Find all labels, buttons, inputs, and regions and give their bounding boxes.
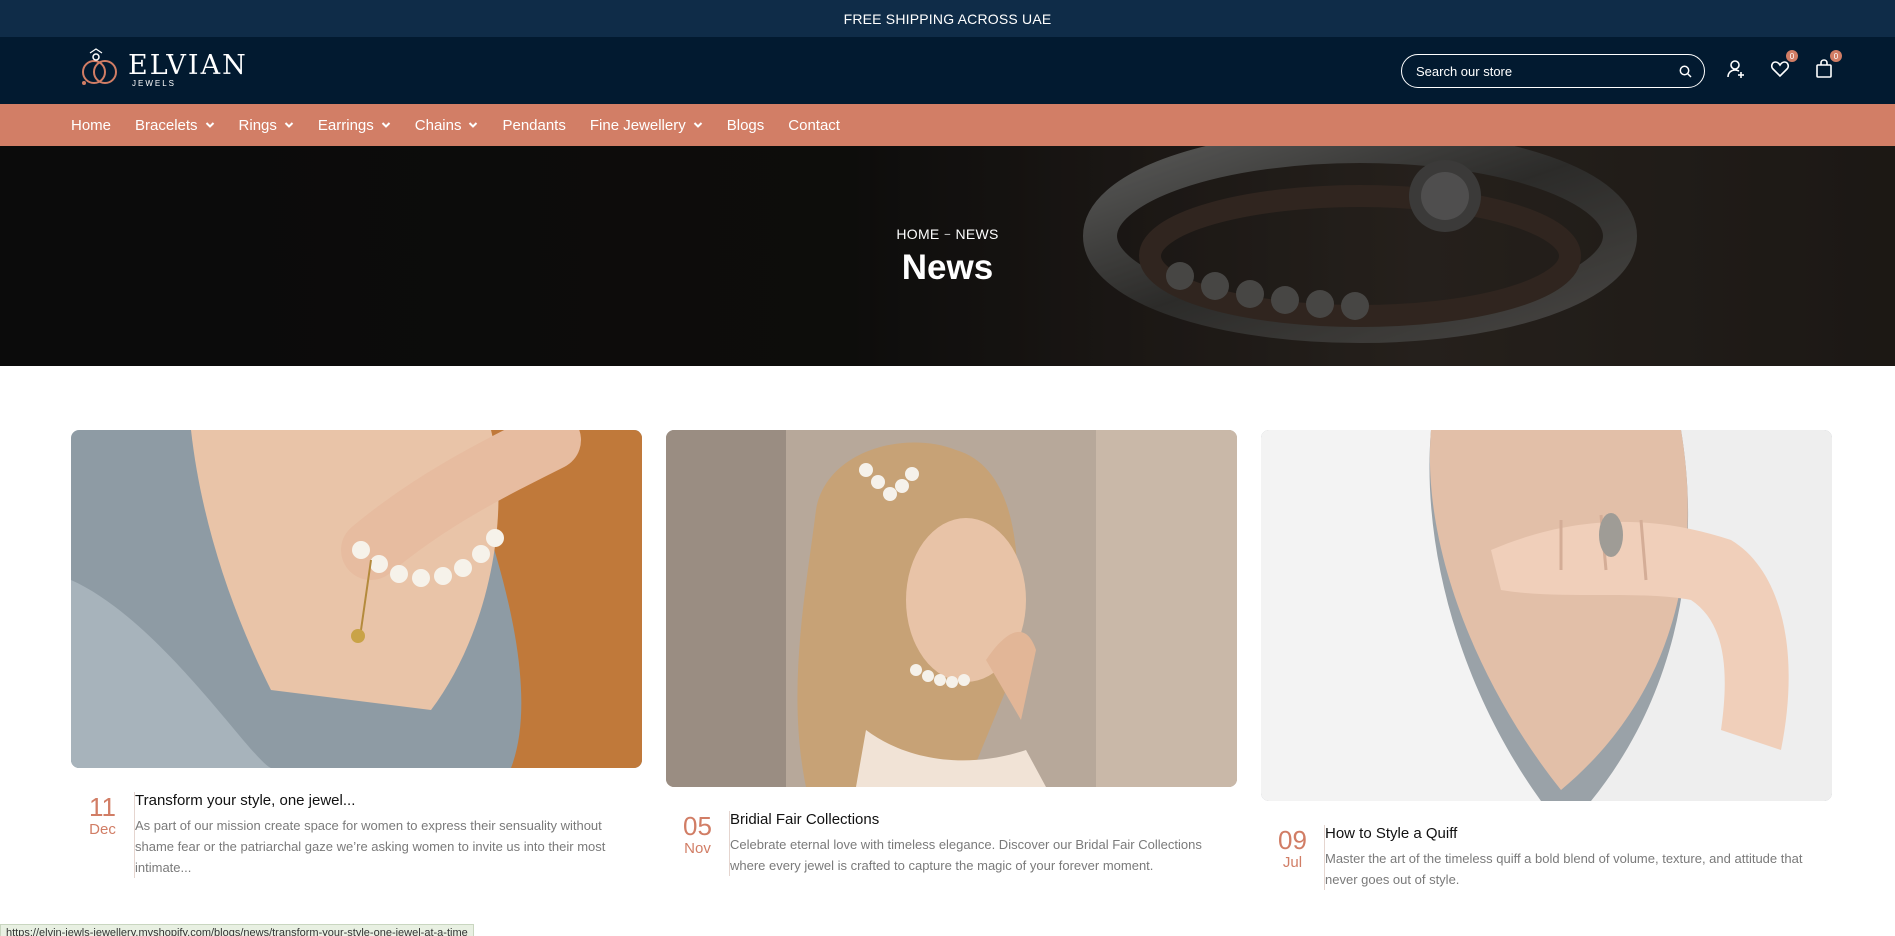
main-nav: Home Bracelets Rings Earrings Chains Pendants… [0, 104, 1895, 146]
account-button[interactable] [1724, 57, 1748, 81]
nav-item-label: Earrings [317, 116, 374, 134]
nav-item-label: Bracelets [135, 116, 198, 134]
article-grid: 11 Dec Transform your style, one jewel..… [71, 430, 1833, 890]
article-excerpt: As part of our mission create space for … [135, 818, 606, 875]
nav-item-label: Chains [414, 116, 462, 134]
pearl-necklace-photo [71, 430, 642, 768]
bag-icon [1816, 59, 1832, 78]
nav-item-contact[interactable]: Contact [788, 117, 840, 134]
status-bar-url: https://elvin-jewls-jewellery.myshopify.… [0, 924, 474, 936]
article-card: 11 Dec Transform your style, one jewel..… [71, 430, 642, 890]
nav-item-label: Pendants [502, 116, 566, 134]
nav-item-rings[interactable]: Rings [239, 117, 294, 134]
chevron-down-icon [469, 122, 478, 128]
chevron-down-icon [205, 122, 214, 128]
nav-item-bracelets[interactable]: Bracelets [135, 117, 215, 134]
header-icons: 0 0 [1724, 50, 1842, 81]
nav-item-label: Rings [238, 116, 277, 134]
article-excerpt: Celebrate eternal love with timeless ele… [730, 837, 1202, 873]
breadcrumb-separator: – [944, 228, 951, 240]
nav-item-label: Blogs [726, 116, 765, 134]
nav-item-pendants[interactable]: Pendants [502, 117, 565, 134]
article-card: 05 Nov Bridial Fair Collections Celebrat… [666, 430, 1237, 890]
brand-name: ELVIAN [128, 50, 248, 81]
article-title[interactable]: How to Style a Quiff [1325, 825, 1832, 842]
search-input[interactable]: Search our store [1401, 54, 1705, 88]
article-date: 05 Nov [666, 811, 730, 876]
nav-item-label: Home [71, 116, 112, 134]
chevron-down-icon [693, 122, 702, 128]
heart-icon [1770, 61, 1790, 78]
nav-item-label: Fine Jewellery [589, 116, 686, 134]
chevron-down-icon [284, 122, 294, 128]
article-card: 09 Jul How to Style a Quiff Master the a… [1261, 430, 1832, 890]
nav-item-earrings[interactable]: Earrings [318, 117, 391, 134]
page-title: News [901, 248, 994, 287]
announcement-text: FREE SHIPPING ACROSS UAE [843, 10, 1052, 27]
article-month: Nov [684, 840, 711, 857]
article-image[interactable] [1261, 430, 1832, 801]
ring-hand-photo [1261, 430, 1832, 801]
nav-item-chains[interactable]: Chains [415, 117, 479, 134]
article-title[interactable]: Transform your style, one jewel... [135, 792, 642, 809]
article-day: 09 [1278, 825, 1307, 855]
chevron-down-icon [381, 122, 390, 128]
nav-item-fine-jewellery[interactable]: Fine Jewellery [590, 117, 703, 134]
site-header: ELVIAN JEWELS Search our store 0 0 [0, 37, 1895, 104]
logo[interactable]: ELVIAN JEWELS [72, 47, 248, 93]
announcement-bar: FREE SHIPPING ACROSS UAE [0, 0, 1895, 37]
article-image[interactable] [666, 430, 1237, 787]
article-date: 09 Jul [1261, 825, 1325, 890]
breadcrumb: HOME – NEWS [0, 226, 1895, 242]
nav-item-blogs[interactable]: Blogs [727, 117, 765, 134]
article-image[interactable] [71, 430, 642, 768]
breadcrumb-current: NEWS [955, 226, 999, 242]
cart-count-badge: 0 [1830, 50, 1842, 62]
search-placeholder: Search our store [1416, 63, 1513, 79]
article-title[interactable]: Bridial Fair Collections [730, 811, 1237, 828]
cart-button[interactable]: 0 [1812, 50, 1842, 81]
wishlist-count-badge: 0 [1786, 50, 1798, 62]
logo-mark-icon [82, 48, 117, 85]
article-day: 11 [89, 792, 116, 822]
wishlist-button[interactable]: 0 [1768, 50, 1798, 81]
article-date: 11 Dec [71, 792, 135, 878]
article-month: Dec [89, 821, 116, 838]
article-day: 05 [683, 811, 712, 841]
user-icon [1727, 60, 1744, 78]
bridal-pearls-photo [666, 430, 1237, 787]
nav-item-home[interactable]: Home [71, 117, 111, 134]
page-hero: HOME – NEWS News [0, 146, 1895, 366]
nav-item-label: Contact [788, 116, 840, 134]
article-excerpt: Master the art of the timeless quiff a b… [1325, 851, 1803, 887]
breadcrumb-home[interactable]: HOME [896, 226, 939, 242]
search-icon[interactable] [1679, 65, 1692, 78]
article-month: Jul [1282, 854, 1303, 871]
